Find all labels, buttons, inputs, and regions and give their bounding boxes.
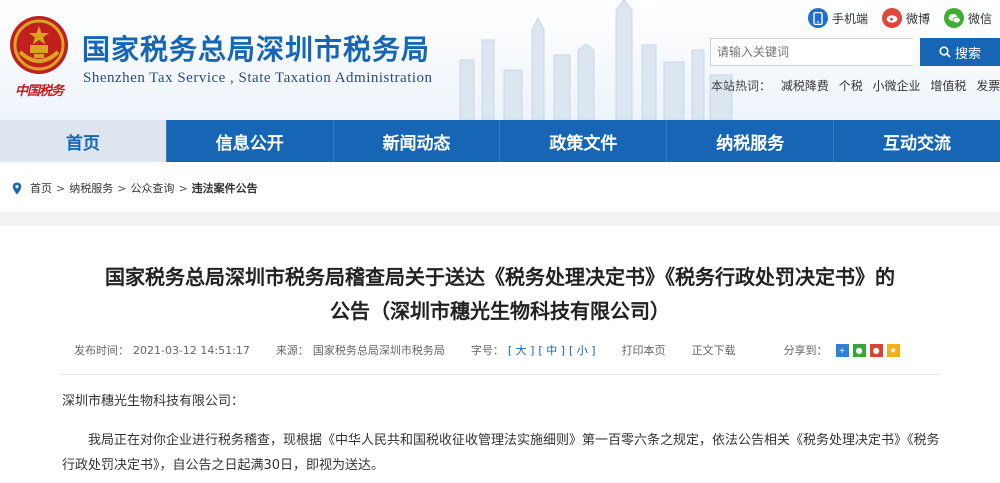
social-label-wechat: 微信 bbox=[968, 11, 993, 26]
main-nav: 首页 信息公开 新闻动态 政策文件 纳税服务 互动交流 bbox=[0, 120, 1000, 162]
mobile-icon bbox=[808, 8, 828, 28]
brand-mark-text: 中国税务 bbox=[14, 84, 64, 99]
share-star-icon[interactable]: ★ bbox=[886, 343, 900, 357]
search-input[interactable] bbox=[710, 38, 913, 66]
search-icon bbox=[939, 46, 951, 58]
publish-date: 2021-03-12 14:51:17 bbox=[133, 343, 250, 357]
hot-word-link[interactable]: 小微企业 bbox=[873, 79, 921, 93]
meta-divider bbox=[60, 374, 940, 375]
site-subtitle: Shenzhen Tax Service , State Taxation Ad… bbox=[83, 70, 433, 86]
share-icons: + ● ● ★ bbox=[835, 343, 904, 357]
share-label: 分享到： bbox=[783, 344, 828, 357]
font-size-label: 字号： bbox=[470, 344, 504, 357]
tax-emblem-logo bbox=[10, 16, 68, 74]
nav-information-disclosure[interactable]: 信息公开 bbox=[167, 120, 334, 162]
breadcrumb-separator: > bbox=[178, 181, 188, 195]
breadcrumb-current[interactable]: 违法案件公告 bbox=[192, 180, 258, 196]
nav-policy-documents[interactable]: 政策文件 bbox=[500, 120, 668, 162]
article-title-line2: 公告（深圳市穗光生物科技有限公司） bbox=[330, 299, 670, 323]
font-size-large-button[interactable]: [ 大 ] bbox=[508, 342, 535, 358]
wechat-icon bbox=[944, 8, 965, 28]
nav-news[interactable]: 新闻动态 bbox=[334, 120, 501, 162]
publish-date-label: 发布时间： bbox=[74, 344, 129, 357]
breadcrumb-separator: > bbox=[117, 181, 127, 195]
skyline-illustration bbox=[459, 0, 733, 120]
share-qzone-icon[interactable]: + bbox=[835, 343, 849, 357]
breadcrumb-tax-services[interactable]: 纳税服务 bbox=[69, 180, 113, 196]
search-button-label: 搜索 bbox=[954, 46, 981, 62]
weibo-icon bbox=[882, 8, 903, 28]
source-value: 国家税务总局深圳市税务局 bbox=[312, 344, 445, 357]
hot-words-label: 本站热词： bbox=[711, 79, 772, 93]
breadcrumb-separator: > bbox=[56, 181, 66, 195]
social-link-mobile[interactable]: 手机端 bbox=[808, 8, 868, 28]
article-addressee: 深圳市穗光生物科技有限公司： bbox=[62, 394, 245, 409]
social-link-wechat[interactable]: 微信 bbox=[944, 8, 992, 28]
site-header: 中国税务 国家税务总局深圳市税务局 Shenzhen Tax Service ,… bbox=[0, 0, 1000, 120]
breadcrumb-home[interactable]: 首页 bbox=[30, 180, 52, 196]
hot-word-link[interactable]: 减税降费 bbox=[781, 79, 829, 93]
article-title: 国家税务总局深圳市税务局稽查局关于送达《税务处理决定书》《税务行政处罚决定书》的… bbox=[40, 260, 960, 328]
location-pin-icon bbox=[12, 182, 22, 195]
site-title: 国家税务总局深圳市税务局 bbox=[82, 33, 431, 66]
nav-home[interactable]: 首页 bbox=[0, 120, 167, 162]
share-weibo-icon[interactable]: ● bbox=[869, 343, 883, 357]
search-button[interactable]: 搜索 bbox=[920, 38, 1000, 66]
hot-word-link[interactable]: 发票 bbox=[976, 79, 1000, 93]
share-wechat-icon[interactable]: ● bbox=[852, 343, 866, 357]
hot-words: 本站热词： 减税降费 个税 小微企业 增值税 发票 bbox=[711, 77, 1000, 94]
font-size-small-button[interactable]: [ 小 ] bbox=[569, 342, 596, 358]
font-size-medium-button[interactable]: [ 中 ] bbox=[538, 342, 565, 358]
social-label-mobile: 手机端 bbox=[832, 11, 869, 26]
nav-interaction[interactable]: 互动交流 bbox=[834, 120, 1000, 162]
social-link-weibo[interactable]: 微博 bbox=[882, 8, 930, 28]
nav-tax-services[interactable]: 纳税服务 bbox=[667, 120, 835, 162]
article-body: 我局正在对你企业进行税务稽查，现根据《中华人民共和国税收征收管理法实施细则》第一… bbox=[62, 433, 940, 473]
hot-word-link[interactable]: 增值税 bbox=[930, 79, 966, 93]
social-label-weibo: 微博 bbox=[906, 11, 931, 26]
hot-word-link[interactable]: 个税 bbox=[839, 79, 863, 93]
source-label: 来源： bbox=[275, 344, 309, 357]
section-divider bbox=[0, 212, 1000, 226]
breadcrumb-public-inquiry[interactable]: 公众查询 bbox=[130, 180, 174, 196]
print-page-link[interactable]: 打印本页 bbox=[622, 342, 666, 358]
article-meta: 发布时间： 2021-03-12 14:51:17 来源： 国家税务总局深圳市税… bbox=[74, 342, 934, 358]
article-title-line1: 国家税务总局深圳市税务局稽查局关于送达《税务处理决定书》《税务行政处罚决定书》的 bbox=[105, 265, 895, 289]
breadcrumb: 首页 > 纳税服务 > 公众查询 > 违法案件公告 bbox=[12, 180, 258, 196]
social-links: 手机端 微博 微信 bbox=[808, 8, 992, 28]
download-text-link[interactable]: 正文下载 bbox=[692, 342, 736, 358]
